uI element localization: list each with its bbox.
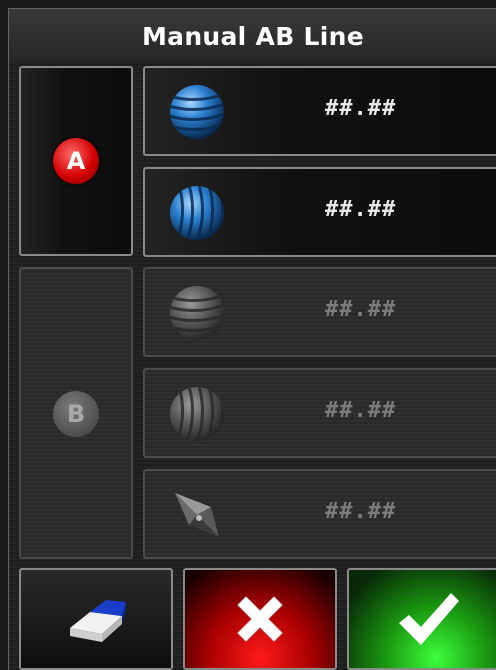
clear-button[interactable] xyxy=(19,568,173,670)
point-b-label: B xyxy=(66,400,86,428)
point-b-heading-field[interactable]: ##.## xyxy=(143,469,496,559)
dialog-title: Manual AB Line xyxy=(141,21,365,51)
point-a-latitude-field[interactable]: ##.## xyxy=(143,66,496,156)
longitude-value: ##.## xyxy=(325,197,397,222)
eraser-icon xyxy=(70,600,126,642)
heading-value: ##.## xyxy=(325,499,397,524)
manual-ab-line-dialog: Manual AB Line A ##.## ##.## B ##.## ##.… xyxy=(8,8,496,670)
latitude-value: ##.## xyxy=(325,297,397,322)
latitude-value: ##.## xyxy=(325,96,397,121)
cancel-button[interactable] xyxy=(183,568,337,670)
latitude-globe-icon xyxy=(167,283,227,343)
latitude-globe-icon xyxy=(167,82,227,142)
point-b-latitude-field[interactable]: ##.## xyxy=(143,267,496,357)
point-a-badge: A xyxy=(53,138,99,184)
point-b-badge: B xyxy=(53,391,99,437)
point-a-label: A xyxy=(66,147,86,175)
point-a-button[interactable]: A xyxy=(19,66,133,256)
accept-button[interactable] xyxy=(347,568,496,670)
point-b-button[interactable]: B xyxy=(19,267,133,559)
point-a-longitude-field[interactable]: ##.## xyxy=(143,167,496,257)
longitude-globe-icon xyxy=(167,183,227,243)
longitude-globe-icon xyxy=(167,384,227,444)
longitude-value: ##.## xyxy=(325,398,397,423)
checkmark-icon xyxy=(399,593,459,645)
point-b-longitude-field[interactable]: ##.## xyxy=(143,368,496,458)
compass-heading-icon xyxy=(167,485,227,545)
cross-icon xyxy=(237,596,283,642)
title-bar: Manual AB Line xyxy=(9,9,496,63)
